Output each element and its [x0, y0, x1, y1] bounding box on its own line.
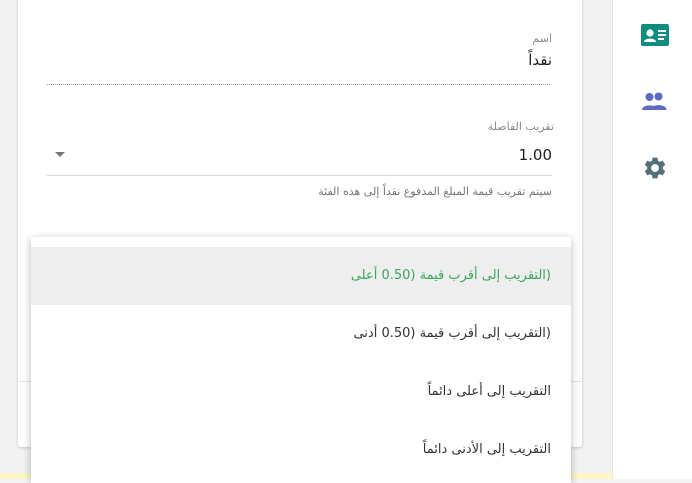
contact-card-icon[interactable]: [640, 20, 670, 50]
menu-item-round-nearest-up[interactable]: (التقريب إلى أقرب قيمة (0.50 أعلى: [31, 247, 571, 305]
side-rail: [612, 0, 692, 479]
rounding-select-underline: [47, 175, 552, 176]
people-icon[interactable]: [640, 86, 670, 116]
rounding-hint: سيتم تقريب قيمة المبلغ المدفوع نقداً إلى…: [318, 185, 552, 198]
rounding-select-value[interactable]: 1.00: [519, 146, 552, 164]
name-field[interactable]: نقداً: [528, 51, 552, 69]
rounding-options-menu: (التقريب إلى أقرب قيمة (0.50 أعلى (التقر…: [31, 237, 571, 483]
menu-item-round-down-always[interactable]: التقريب إلى الأدنى دائماً: [31, 421, 571, 479]
menu-item-round-up-always[interactable]: التقريب إلى أعلى دائماً: [31, 363, 571, 421]
name-label: اسم: [532, 32, 552, 45]
rounding-label: تقريب الفاصلة: [487, 120, 554, 133]
gear-icon[interactable]: [640, 153, 670, 183]
dropdown-arrow-icon[interactable]: [55, 152, 65, 157]
name-field-underline: [47, 84, 550, 85]
menu-item-round-nearest-down[interactable]: (التقريب إلى أقرب قيمة (0.50 أدنى: [31, 305, 571, 363]
